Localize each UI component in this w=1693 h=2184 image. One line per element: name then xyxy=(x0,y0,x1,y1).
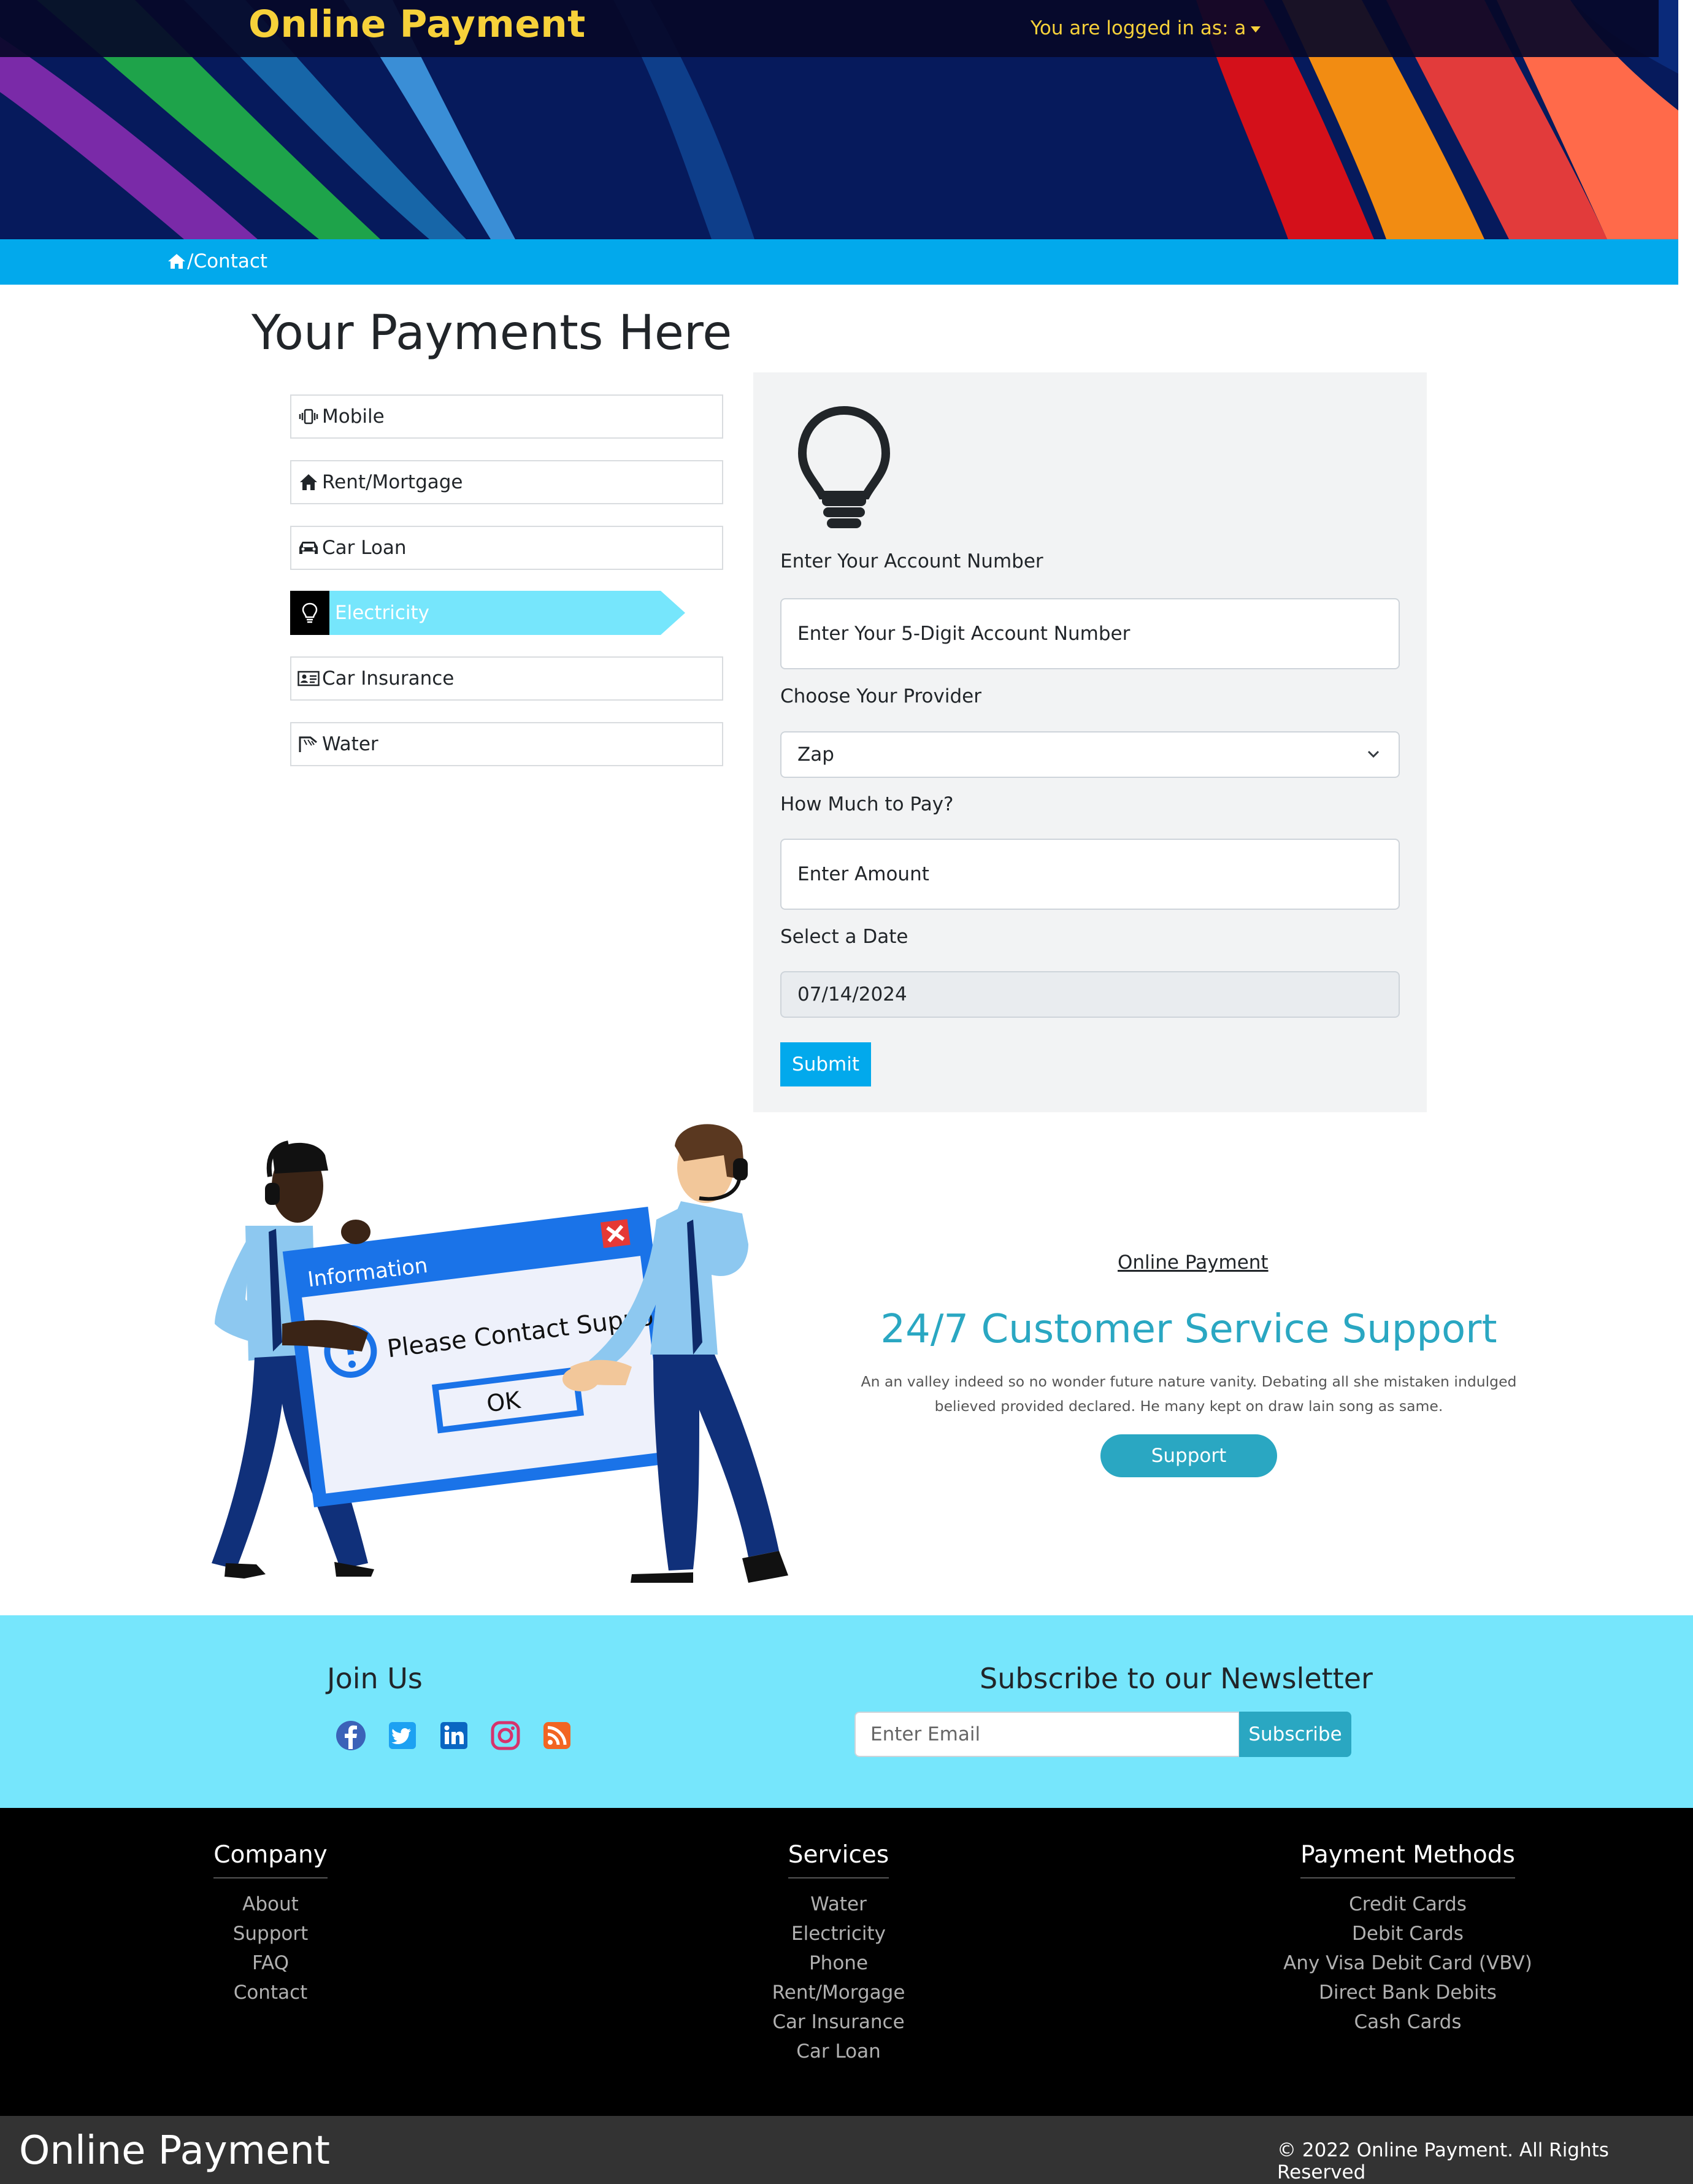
id-card-icon xyxy=(295,671,322,686)
caret-down-icon xyxy=(1251,26,1261,33)
provider-label: Choose Your Provider xyxy=(780,685,981,707)
payment-form-panel: Enter Your Account Number Enter Your 5-D… xyxy=(753,372,1427,1112)
footer-link[interactable]: About xyxy=(190,1890,351,1919)
hero-banner: Online Payment You are logged in as: a xyxy=(0,0,1678,239)
support-button[interactable]: Support xyxy=(1100,1434,1277,1477)
payment-item-car-loan[interactable]: Car Loan xyxy=(290,526,723,570)
page-title: Your Payments Here xyxy=(251,306,732,361)
payment-item-label: Electricity xyxy=(335,602,429,624)
breadcrumb-current[interactable]: /Contact xyxy=(187,250,267,272)
email-placeholder: Enter Email xyxy=(870,1723,981,1745)
illustration-ok: OK xyxy=(485,1386,523,1417)
account-number-placeholder: Enter Your 5-Digit Account Number xyxy=(797,623,1131,645)
footer-link[interactable]: Phone xyxy=(758,1948,919,1978)
provider-select[interactable]: Zap xyxy=(780,731,1400,778)
account-number-input[interactable]: Enter Your 5-Digit Account Number xyxy=(780,598,1400,669)
payment-item-label: Water xyxy=(322,733,378,755)
footer-link[interactable]: Rent/Morgage xyxy=(758,1978,919,2007)
footer-link[interactable]: Car Loan xyxy=(758,2037,919,2066)
instagram-icon[interactable] xyxy=(489,1720,521,1751)
payment-item-label: Rent/Mortgage xyxy=(322,471,463,493)
footer-link[interactable]: Credit Cards xyxy=(1264,1890,1552,1919)
car-icon xyxy=(295,539,322,556)
date-input[interactable]: 07/14/2024 xyxy=(780,971,1400,1018)
email-input[interactable]: Enter Email xyxy=(854,1712,1240,1757)
footer-link[interactable]: Cash Cards xyxy=(1264,2007,1552,2037)
top-navbar: Online Payment You are logged in as: a xyxy=(0,0,1659,57)
footer-column-title: Services xyxy=(788,1841,889,1878)
footer-link[interactable]: Any Visa Debit Card (VBV) xyxy=(1264,1948,1552,1978)
footer-link[interactable]: Support xyxy=(190,1919,351,1948)
support-brand-link[interactable]: Online Payment xyxy=(1118,1252,1269,1274)
provider-selected-value: Zap xyxy=(797,744,834,766)
payment-item-label: Car Insurance xyxy=(322,667,455,690)
footer-link[interactable]: Water xyxy=(758,1890,919,1919)
submit-button[interactable]: Submit xyxy=(780,1042,871,1086)
linkedin-icon[interactable] xyxy=(438,1720,470,1751)
facebook-icon[interactable] xyxy=(335,1720,367,1751)
support-text: An an valley indeed so no wonder future … xyxy=(861,1373,1517,1415)
footer-column-title: Company xyxy=(213,1841,328,1878)
footer: Company About Support FAQ Contact Servic… xyxy=(0,1808,1693,2116)
bottom-bar: Online Payment © 2022 Online Payment. Al… xyxy=(0,2116,1693,2184)
payment-item-rent[interactable]: Rent/Mortgage xyxy=(290,460,723,504)
join-title: Join Us xyxy=(327,1662,423,1695)
account-label: Enter Your Account Number xyxy=(780,550,1043,572)
social-icons xyxy=(335,1720,573,1751)
newsletter-title: Subscribe to our Newsletter xyxy=(980,1662,1373,1695)
user-menu-dropdown[interactable]: You are logged in as: a xyxy=(1031,17,1261,39)
chevron-down-icon xyxy=(1367,750,1380,758)
lightbulb-icon xyxy=(797,406,891,528)
footer-column-title: Payment Methods xyxy=(1300,1841,1515,1878)
date-label: Select a Date xyxy=(780,926,908,948)
footer-link[interactable]: Electricity xyxy=(758,1919,919,1948)
breadcrumb: /Contact xyxy=(0,239,1678,285)
payment-item-mobile[interactable]: Mobile xyxy=(290,394,723,439)
copyright-text: © 2022 Online Payment. All Rights Reserv… xyxy=(1277,2139,1609,2183)
twitter-icon[interactable] xyxy=(386,1720,418,1751)
rss-icon[interactable] xyxy=(541,1720,573,1751)
payment-item-label: Car Loan xyxy=(322,537,407,559)
footer-column-company: Company About Support FAQ Contact xyxy=(190,1841,351,2007)
footer-brand[interactable]: Online Payment xyxy=(19,2128,330,2174)
house-icon xyxy=(295,474,322,491)
user-menu-label: You are logged in as: a xyxy=(1031,17,1246,39)
lightbulb-icon xyxy=(290,591,329,635)
amount-label: How Much to Pay? xyxy=(780,793,954,815)
date-value: 07/14/2024 xyxy=(797,983,907,1005)
footer-column-services: Services Water Electricity Phone Rent/Mo… xyxy=(758,1841,919,2066)
faucet-icon xyxy=(295,735,322,753)
payment-item-label: Mobile xyxy=(322,406,385,428)
brand-logo[interactable]: Online Payment xyxy=(248,2,586,46)
payment-item-water[interactable]: Water xyxy=(290,722,723,766)
home-icon[interactable] xyxy=(167,253,186,269)
support-illustration: Information Please Contact Support OK xyxy=(212,1124,788,1583)
amount-input[interactable]: Enter Amount xyxy=(780,839,1400,910)
footer-link[interactable]: Car Insurance xyxy=(758,2007,919,2037)
join-newsletter-band: Join Us Subscribe to our Newsletter Ente… xyxy=(0,1615,1693,1808)
mobile-vibrate-icon xyxy=(295,409,322,425)
amount-placeholder: Enter Amount xyxy=(797,863,929,885)
footer-column-payment-methods: Payment Methods Credit Cards Debit Cards… xyxy=(1264,1841,1552,2037)
support-title: 24/7 Customer Service Support xyxy=(880,1307,1497,1352)
payment-item-electricity[interactable]: Electricity xyxy=(290,591,723,635)
subscribe-button[interactable]: Subscribe xyxy=(1239,1712,1351,1757)
footer-link[interactable]: Direct Bank Debits xyxy=(1264,1978,1552,2007)
payment-item-car-insurance[interactable]: Car Insurance xyxy=(290,656,723,701)
footer-link[interactable]: Contact xyxy=(190,1978,351,2007)
footer-link[interactable]: Debit Cards xyxy=(1264,1919,1552,1948)
footer-link[interactable]: FAQ xyxy=(190,1948,351,1978)
